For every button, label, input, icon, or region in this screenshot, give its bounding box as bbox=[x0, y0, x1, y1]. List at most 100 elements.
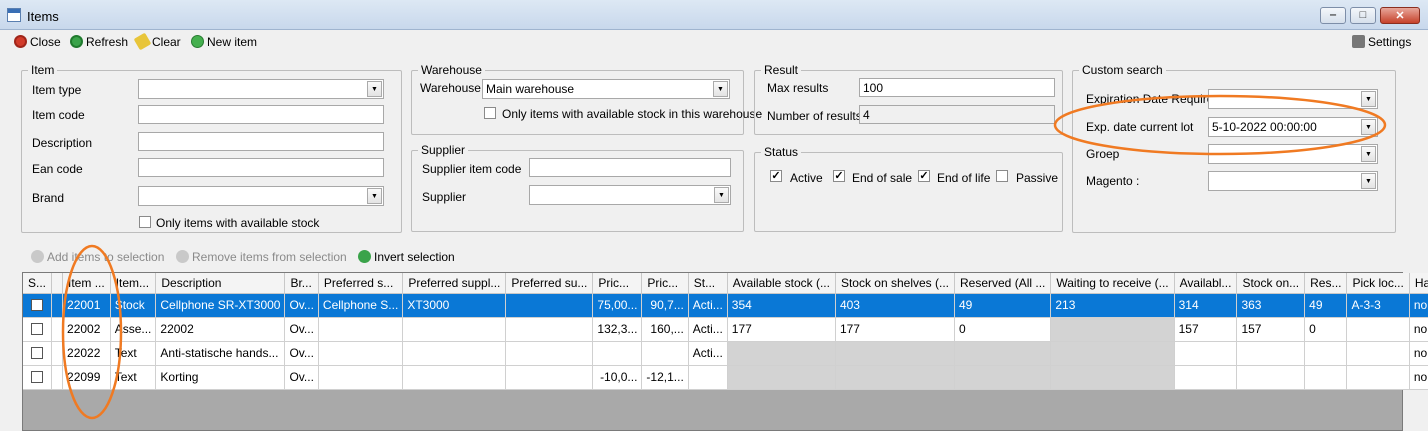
close-button[interactable]: Close bbox=[14, 33, 61, 50]
row-checkbox[interactable] bbox=[31, 299, 43, 311]
grid-cell[interactable] bbox=[1346, 317, 1410, 342]
grid-cell[interactable]: Ov... bbox=[284, 365, 319, 390]
grid-cell[interactable]: -10,0... bbox=[592, 365, 643, 390]
supplier-select[interactable]: ▼ bbox=[529, 185, 731, 205]
close-window-button[interactable]: ✕ bbox=[1380, 7, 1420, 24]
grid-cell[interactable]: no bbox=[1409, 293, 1428, 318]
grid-cell[interactable]: 49 bbox=[1304, 293, 1348, 318]
grid-cell[interactable] bbox=[1174, 341, 1238, 366]
grid-cell[interactable] bbox=[1304, 365, 1348, 390]
stock-only-checkbox[interactable] bbox=[139, 216, 151, 228]
grid-cell[interactable] bbox=[1346, 341, 1410, 366]
grid-cell[interactable] bbox=[1050, 365, 1175, 390]
grid-cell[interactable]: A-3-3 bbox=[1346, 293, 1410, 318]
grid-cell[interactable] bbox=[954, 341, 1052, 366]
grid-header-cell[interactable]: Available stock (... bbox=[727, 273, 836, 294]
grid-cell[interactable] bbox=[835, 341, 956, 366]
grid-cell[interactable] bbox=[505, 365, 594, 390]
new-item-button[interactable]: New item bbox=[191, 33, 257, 50]
grid-cell[interactable]: 132,3... bbox=[592, 317, 643, 342]
clear-button[interactable]: Clear bbox=[133, 32, 181, 51]
grid-cell[interactable]: no bbox=[1409, 341, 1428, 366]
grid-cell[interactable] bbox=[402, 317, 507, 342]
grid-cell[interactable]: 177 bbox=[727, 317, 836, 342]
grid-cell[interactable] bbox=[727, 365, 836, 390]
grid-cell[interactable] bbox=[318, 317, 404, 342]
grid-cell[interactable]: 0 bbox=[1304, 317, 1348, 342]
grid-cell[interactable]: XT3000 bbox=[402, 293, 507, 318]
grid-cell[interactable]: 314 bbox=[1174, 293, 1238, 318]
grid-cell[interactable]: Ov... bbox=[284, 317, 319, 342]
grid-cell[interactable] bbox=[402, 341, 507, 366]
grid-cell[interactable] bbox=[1346, 365, 1410, 390]
grid-cell[interactable]: Acti... bbox=[688, 317, 728, 342]
brand-select[interactable]: ▼ bbox=[138, 186, 384, 206]
maximize-button[interactable]: □ bbox=[1350, 7, 1376, 24]
grid-cell[interactable]: 403 bbox=[835, 293, 956, 318]
grid-cell[interactable]: Stock bbox=[110, 293, 157, 318]
grid-cell[interactable]: 354 bbox=[727, 293, 836, 318]
grid-header-cell[interactable]: Waiting to receive (... bbox=[1050, 273, 1175, 294]
grid-cell[interactable]: 0 bbox=[954, 317, 1052, 342]
grid-cell[interactable]: no bbox=[1409, 317, 1428, 342]
passive-checkbox[interactable] bbox=[996, 170, 1008, 182]
grid-cell[interactable] bbox=[402, 365, 507, 390]
grid-cell[interactable]: no bbox=[1409, 365, 1428, 390]
ean-code-input[interactable] bbox=[138, 158, 384, 177]
grid-cell[interactable] bbox=[23, 341, 53, 366]
grid-cell[interactable] bbox=[954, 365, 1052, 390]
grid-cell[interactable]: 160,... bbox=[641, 317, 689, 342]
grid-header-cell[interactable]: St... bbox=[688, 273, 728, 294]
expiration-required-select[interactable]: ▼ bbox=[1208, 89, 1378, 109]
grid-header-cell[interactable]: S... bbox=[23, 273, 53, 294]
table-row[interactable]: 22001 Stock Cellphone SR-XT3000 Ov... Cellph… bbox=[23, 293, 1428, 318]
grid-cell[interactable] bbox=[688, 365, 728, 390]
grid-cell[interactable]: 213 bbox=[1050, 293, 1175, 318]
grid-cell[interactable] bbox=[1050, 317, 1175, 342]
settings-button[interactable]: Settings bbox=[1352, 33, 1411, 50]
grid-cell[interactable]: Anti-statische hands... bbox=[155, 341, 286, 366]
warehouse-stock-checkbox[interactable] bbox=[484, 107, 496, 119]
end-of-sale-checkbox[interactable]: ✓ bbox=[833, 170, 845, 182]
refresh-button[interactable]: Refresh bbox=[70, 33, 128, 50]
grid-header-cell[interactable]: Preferred s... bbox=[318, 273, 404, 294]
magento-select[interactable]: ▼ bbox=[1208, 171, 1378, 191]
grid-header-cell[interactable]: Reserved (All ... bbox=[954, 273, 1052, 294]
max-results-input[interactable]: 100 bbox=[859, 78, 1055, 97]
grid-cell[interactable]: 75,00... bbox=[592, 293, 643, 318]
invert-selection-button[interactable]: Invert selection bbox=[358, 248, 455, 265]
grid-cell[interactable] bbox=[835, 365, 956, 390]
grid-cell[interactable] bbox=[592, 341, 643, 366]
grid-cell[interactable] bbox=[318, 365, 404, 390]
grid-cell[interactable] bbox=[505, 317, 594, 342]
supplier-item-code-input[interactable] bbox=[529, 158, 731, 177]
grid-cell[interactable]: Text bbox=[110, 341, 157, 366]
table-row[interactable]: 22002 Asse... 22002 Ov... 132,3... 160,... Act… bbox=[23, 317, 1428, 342]
grid-header-cell[interactable]: Pric... bbox=[641, 273, 689, 294]
grid-header-cell[interactable]: Pick loc... bbox=[1346, 273, 1410, 294]
row-checkbox[interactable] bbox=[31, 371, 43, 383]
grid-cell[interactable] bbox=[1174, 365, 1238, 390]
grid-cell[interactable]: Ov... bbox=[284, 341, 319, 366]
grid-header-cell[interactable]: Preferred suppl... bbox=[402, 273, 507, 294]
groep-select[interactable]: ▼ bbox=[1208, 144, 1378, 164]
grid-cell[interactable] bbox=[727, 341, 836, 366]
grid-cell[interactable] bbox=[23, 317, 53, 342]
grid-cell[interactable]: 157 bbox=[1236, 317, 1306, 342]
grid-cell[interactable]: Cellphone S... bbox=[318, 293, 404, 318]
grid-cell[interactable] bbox=[641, 341, 689, 366]
grid-cell[interactable]: 22002 bbox=[62, 317, 111, 342]
table-row[interactable]: 22099 Text Korting Ov... -10,0... -12,1... no bbox=[23, 365, 1428, 390]
table-row[interactable]: 22022 Text Anti-statische hands... Ov... Act… bbox=[23, 341, 1428, 366]
grid-cell[interactable] bbox=[1050, 341, 1175, 366]
grid-cell[interactable]: Cellphone SR-XT3000 bbox=[155, 293, 286, 318]
exp-date-lot-select[interactable]: 5-10-2022 00:00:00 ▼ bbox=[1208, 117, 1378, 137]
grid-cell[interactable]: -12,1... bbox=[641, 365, 689, 390]
grid-cell[interactable]: 22002 bbox=[155, 317, 286, 342]
grid-cell[interactable]: 49 bbox=[954, 293, 1052, 318]
grid-header-cell[interactable]: Item ... bbox=[62, 273, 111, 294]
grid-header-cell[interactable]: Pric... bbox=[592, 273, 643, 294]
minimize-button[interactable]: ‒ bbox=[1320, 7, 1346, 24]
grid-cell[interactable]: Text bbox=[110, 365, 157, 390]
grid-cell[interactable]: 22099 bbox=[62, 365, 111, 390]
